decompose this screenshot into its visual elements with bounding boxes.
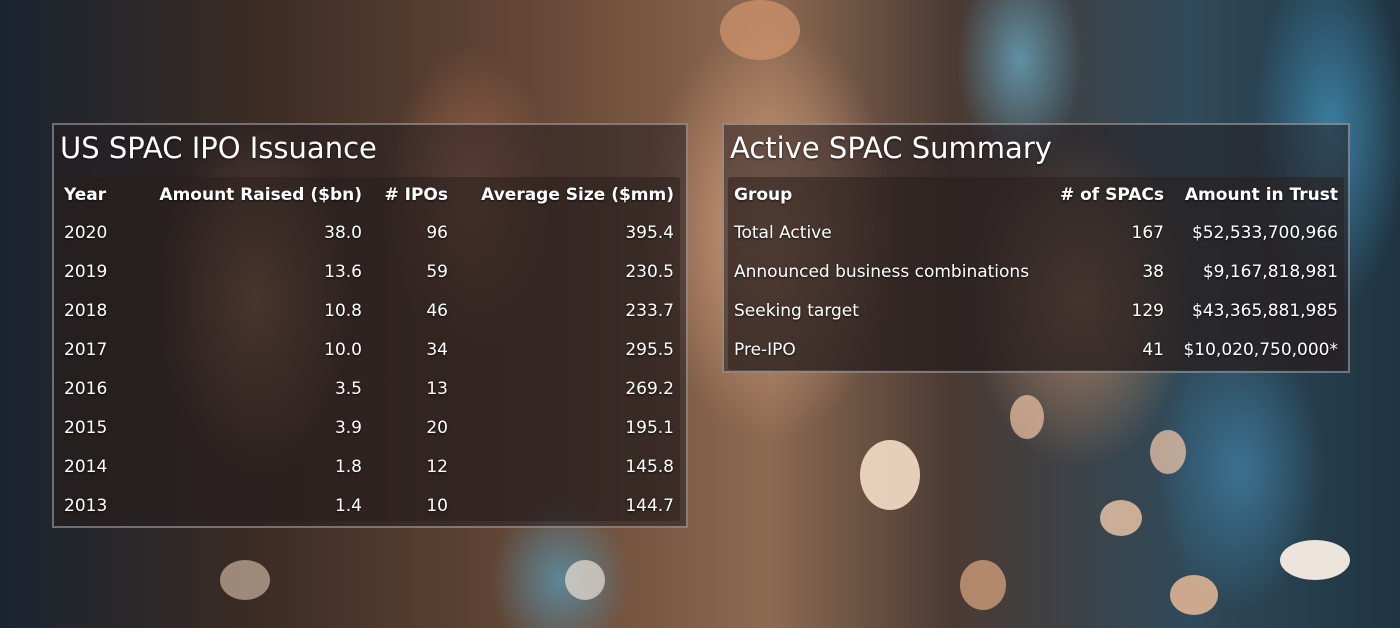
column-header-spac-count: # of SPACs xyxy=(1059,185,1164,205)
background-light xyxy=(1170,575,1218,615)
background-light xyxy=(1280,540,1350,580)
year-cell: 2015 xyxy=(64,417,108,438)
background-light xyxy=(1100,500,1142,536)
year-cell: 2017 xyxy=(64,339,108,360)
column-header-amount-in-trust: Amount in Trust xyxy=(1184,185,1338,205)
year-cell: 2019 xyxy=(64,261,108,282)
group-cell: Announced business combinations xyxy=(734,261,1030,282)
table-row: 2016 3.5 13 269.2 xyxy=(58,369,680,408)
average-size-cell: 145.8 xyxy=(625,456,674,477)
average-size-cell: 295.5 xyxy=(625,339,674,360)
ipos-cell: 96 xyxy=(426,222,448,243)
table-row: 2019 13.6 59 230.5 xyxy=(58,252,680,291)
background-light xyxy=(1010,395,1044,439)
year-cell: 2020 xyxy=(64,222,108,243)
ipos-cell: 34 xyxy=(426,339,448,360)
year-cell: 2014 xyxy=(64,456,108,477)
amount-raised-cell: 1.8 xyxy=(334,456,362,477)
ipos-cell: 10 xyxy=(426,495,448,516)
summary-table: Group # of SPACs Amount in Trust Total A… xyxy=(728,177,1344,369)
table-row: Seeking target 129 $43,365,881,985 xyxy=(728,291,1344,330)
issuance-table-wrapper: Year Amount Raised ($bn) # IPOs Average … xyxy=(58,177,680,521)
table-row: Announced business combinations 38 $9,16… xyxy=(728,252,1344,291)
amount-in-trust-cell: $43,365,881,985 xyxy=(1191,300,1338,321)
amount-raised-cell: 1.4 xyxy=(334,495,362,516)
amount-raised-cell: 3.9 xyxy=(334,417,362,438)
column-header-year: Year xyxy=(64,185,107,205)
summary-table-wrapper: Group # of SPACs Amount in Trust Total A… xyxy=(728,177,1344,370)
column-header-ipos: # IPOs xyxy=(384,185,448,205)
table-row: Total Active 167 $52,533,700,966 xyxy=(728,213,1344,252)
spac-count-cell: 129 xyxy=(1131,300,1164,321)
amount-in-trust-cell: $10,020,750,000* xyxy=(1183,339,1338,360)
average-size-cell: 269.2 xyxy=(625,378,674,399)
background-light xyxy=(860,440,920,510)
group-cell: Total Active xyxy=(734,222,832,243)
issuance-panel: US SPAC IPO Issuance Year Amount Raised … xyxy=(52,123,688,528)
amount-in-trust-cell: $52,533,700,966 xyxy=(1191,222,1338,243)
amount-raised-cell: 10.8 xyxy=(324,300,362,321)
spac-count-cell: 167 xyxy=(1131,222,1164,243)
background-light xyxy=(565,560,605,600)
average-size-cell: 395.4 xyxy=(625,222,674,243)
table-row: Pre-IPO 41 $10,020,750,000* xyxy=(728,330,1344,369)
issuance-header-row: Year Amount Raised ($bn) # IPOs Average … xyxy=(58,177,680,213)
ipos-cell: 46 xyxy=(426,300,448,321)
background-light xyxy=(1150,430,1186,474)
year-cell: 2013 xyxy=(64,495,108,516)
average-size-cell: 230.5 xyxy=(625,261,674,282)
group-cell: Pre-IPO xyxy=(734,339,796,360)
ipos-cell: 20 xyxy=(426,417,448,438)
table-row: 2017 10.0 34 295.5 xyxy=(58,330,680,369)
group-cell: Seeking target xyxy=(734,300,859,321)
average-size-cell: 195.1 xyxy=(625,417,674,438)
average-size-cell: 233.7 xyxy=(625,300,674,321)
table-row: 2013 1.4 10 144.7 xyxy=(58,486,680,525)
background-light xyxy=(720,0,800,60)
amount-raised-cell: 13.6 xyxy=(324,261,362,282)
table-row: 2020 38.0 96 395.4 xyxy=(58,213,680,252)
column-header-average-size: Average Size ($mm) xyxy=(481,185,674,205)
background-light xyxy=(960,560,1006,610)
table-row: 2018 10.8 46 233.7 xyxy=(58,291,680,330)
amount-in-trust-cell: $9,167,818,981 xyxy=(1202,261,1338,282)
column-header-group: Group xyxy=(734,185,793,205)
background-light xyxy=(220,560,270,600)
table-row: 2014 1.8 12 145.8 xyxy=(58,447,680,486)
amount-raised-cell: 10.0 xyxy=(324,339,362,360)
ipos-cell: 59 xyxy=(426,261,448,282)
ipos-cell: 13 xyxy=(426,378,448,399)
summary-panel: Active SPAC Summary Group # of SPACs Amo… xyxy=(722,123,1350,373)
issuance-table: Year Amount Raised ($bn) # IPOs Average … xyxy=(58,177,680,525)
amount-raised-cell: 38.0 xyxy=(324,222,362,243)
spac-count-cell: 38 xyxy=(1142,261,1164,282)
ipos-cell: 12 xyxy=(426,456,448,477)
spac-count-cell: 41 xyxy=(1142,339,1164,360)
issuance-title: US SPAC IPO Issuance xyxy=(60,131,377,165)
column-header-amount-raised: Amount Raised ($bn) xyxy=(159,185,362,205)
amount-raised-cell: 3.5 xyxy=(334,378,362,399)
summary-title: Active SPAC Summary xyxy=(730,131,1052,165)
summary-header-row: Group # of SPACs Amount in Trust xyxy=(728,177,1344,213)
table-row: 2015 3.9 20 195.1 xyxy=(58,408,680,447)
year-cell: 2016 xyxy=(64,378,108,399)
year-cell: 2018 xyxy=(64,300,108,321)
average-size-cell: 144.7 xyxy=(625,495,674,516)
